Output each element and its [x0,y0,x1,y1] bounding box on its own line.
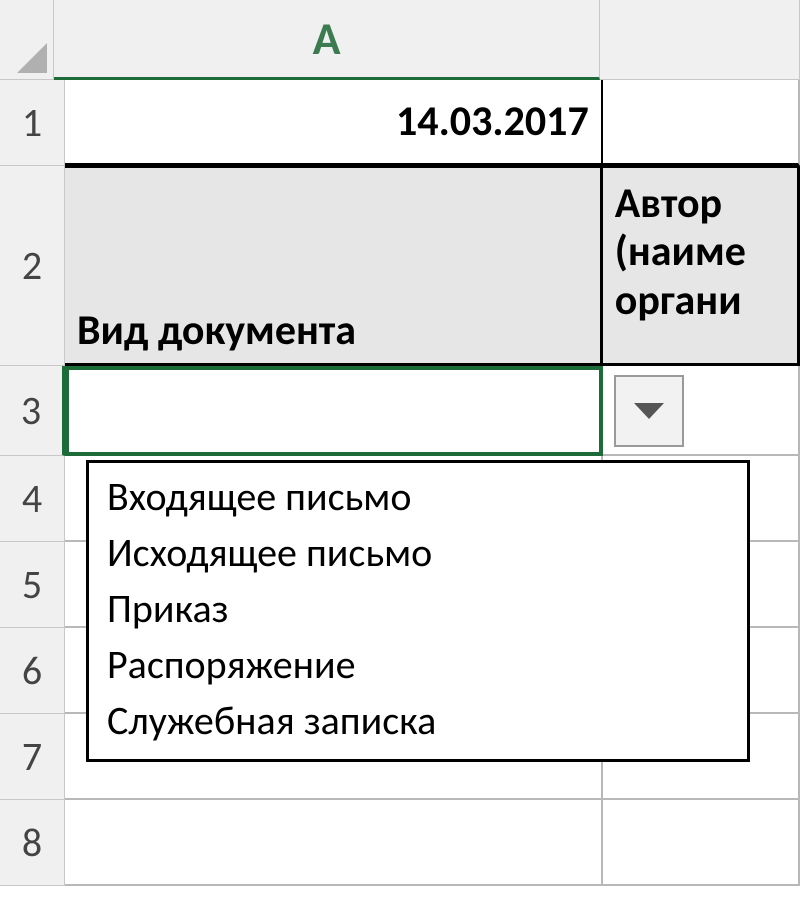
column-header-B[interactable] [600,0,800,80]
chevron-down-icon [634,401,664,421]
row-header-6[interactable]: 6 [0,628,65,714]
spreadsheet-view: A 1 14.03.2017 2 Вид документа Автор (на… [0,0,800,913]
select-all-corner[interactable] [0,0,54,80]
row-3: 3 [0,366,800,456]
data-validation-dropdown-button[interactable] [614,375,684,447]
row-header-1[interactable]: 1 [0,80,65,166]
dropdown-option[interactable]: Входящее письмо [103,469,733,525]
row-header-4[interactable]: 4 [0,456,65,542]
row-2: 2 Вид документа Автор (наиме органи [0,166,800,366]
row-header-5[interactable]: 5 [0,542,65,628]
cell-A1[interactable]: 14.03.2017 [65,80,603,166]
column-header-row: A [0,0,800,80]
cell-A2[interactable]: Вид документа [65,166,603,366]
cell-B8[interactable] [603,800,800,886]
row-header-7[interactable]: 7 [0,714,65,800]
row-header-3[interactable]: 3 [0,366,65,456]
row-header-8[interactable]: 8 [0,800,65,886]
dropdown-option[interactable]: Приказ [103,581,733,637]
cell-A3-active[interactable] [65,366,603,456]
dropdown-option[interactable]: Служебная записка [103,693,733,749]
column-header-A[interactable]: A [54,0,600,80]
cell-A8[interactable] [65,800,603,886]
data-validation-dropdown-list[interactable]: Входящее письмо Исходящее письмо Приказ … [86,460,750,762]
row-header-2[interactable]: 2 [0,166,65,366]
row-8: 8 [0,800,800,886]
cell-B2[interactable]: Автор (наиме органи [603,166,800,366]
dropdown-option[interactable]: Исходящее письмо [103,525,733,581]
dropdown-option[interactable]: Распоряжение [103,637,733,693]
row-1: 1 14.03.2017 [0,80,800,166]
cell-B1[interactable] [603,80,800,166]
